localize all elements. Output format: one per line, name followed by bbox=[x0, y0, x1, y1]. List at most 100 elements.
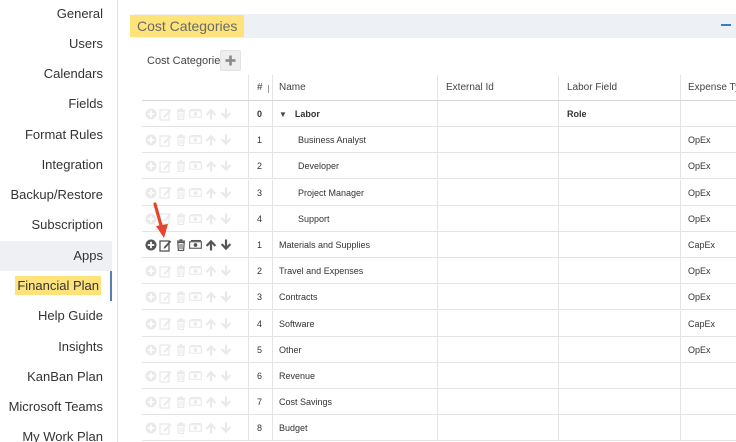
add-circle-icon[interactable] bbox=[144, 186, 157, 199]
collapse-triangle-icon[interactable]: ▼ bbox=[279, 102, 287, 126]
table-row[interactable]: 3 Project Manager OpEx bbox=[142, 179, 736, 206]
row-external-id[interactable] bbox=[437, 336, 558, 362]
row-labor-field[interactable]: Role bbox=[558, 101, 680, 126]
edit-icon[interactable] bbox=[159, 134, 172, 147]
move-up-icon[interactable] bbox=[204, 370, 217, 383]
row-labor-field[interactable] bbox=[558, 389, 680, 415]
move-up-icon[interactable] bbox=[204, 422, 217, 435]
row-name[interactable]: Developer bbox=[272, 153, 437, 179]
money-icon[interactable] bbox=[189, 291, 202, 304]
row-name[interactable]: Budget bbox=[272, 415, 437, 441]
move-down-icon[interactable] bbox=[219, 370, 232, 383]
row-name[interactable]: Cost Savings bbox=[272, 389, 437, 415]
row-expense-type[interactable]: OpEx bbox=[680, 205, 736, 231]
table-row[interactable]: 2 Travel and Expenses OpEx bbox=[142, 258, 736, 285]
row-external-id[interactable] bbox=[437, 310, 558, 336]
row-external-id[interactable] bbox=[437, 415, 558, 441]
sidebar-item-subscription[interactable]: Subscription bbox=[0, 210, 112, 240]
move-up-icon[interactable] bbox=[204, 317, 217, 330]
delete-icon[interactable] bbox=[174, 317, 187, 330]
column-header-external-id[interactable]: External Id bbox=[437, 75, 558, 100]
move-down-icon[interactable] bbox=[219, 396, 232, 409]
money-icon[interactable] bbox=[189, 186, 202, 199]
row-expense-type[interactable] bbox=[680, 101, 736, 126]
money-icon[interactable] bbox=[189, 370, 202, 383]
row-labor-field[interactable] bbox=[558, 258, 680, 284]
row-name[interactable]: Materials and Supplies bbox=[272, 232, 437, 257]
sidebar-item-financial-plan[interactable]: Financial Plan bbox=[0, 271, 112, 301]
table-row[interactable]: 5 Other OpEx bbox=[142, 336, 736, 363]
move-up-icon[interactable] bbox=[204, 212, 217, 225]
move-up-icon[interactable] bbox=[204, 186, 217, 199]
row-expense-type[interactable]: OpEx bbox=[680, 258, 736, 284]
row-name[interactable]: Revenue bbox=[272, 363, 437, 388]
add-circle-icon[interactable] bbox=[144, 317, 157, 330]
row-labor-field[interactable] bbox=[558, 179, 680, 205]
row-external-id[interactable] bbox=[437, 389, 558, 415]
row-name[interactable]: Other bbox=[272, 336, 437, 362]
sidebar-item-general[interactable]: General bbox=[0, 0, 112, 29]
sidebar-item-integration[interactable]: Integration bbox=[0, 150, 112, 180]
row-external-id[interactable] bbox=[437, 101, 558, 126]
move-up-icon[interactable] bbox=[204, 291, 217, 304]
move-down-icon[interactable] bbox=[219, 265, 232, 278]
column-header-name[interactable]: Name bbox=[272, 75, 437, 100]
row-labor-field[interactable] bbox=[558, 153, 680, 179]
row-external-id[interactable] bbox=[437, 127, 558, 153]
money-icon[interactable] bbox=[189, 265, 202, 278]
move-down-icon[interactable] bbox=[219, 108, 232, 121]
row-labor-field[interactable] bbox=[558, 415, 680, 441]
sidebar-item-fields[interactable]: Fields bbox=[0, 89, 112, 119]
move-up-icon[interactable] bbox=[204, 343, 217, 356]
edit-icon[interactable] bbox=[159, 160, 172, 173]
row-expense-type[interactable] bbox=[680, 415, 736, 441]
row-labor-field[interactable] bbox=[558, 127, 680, 153]
move-down-icon[interactable] bbox=[219, 134, 232, 147]
add-circle-icon[interactable] bbox=[144, 134, 157, 147]
row-name[interactable]: Software bbox=[272, 310, 437, 336]
add-circle-icon[interactable] bbox=[144, 370, 157, 383]
tab-cost-categories[interactable]: Cost Categories bbox=[147, 54, 226, 68]
move-down-icon[interactable] bbox=[219, 343, 232, 356]
table-row[interactable]: 0 ▼ Labor Role bbox=[142, 101, 736, 127]
row-name[interactable]: ▼ Labor bbox=[272, 101, 437, 126]
column-header-number[interactable]: # bbox=[248, 75, 272, 100]
add-circle-icon[interactable] bbox=[144, 160, 157, 173]
table-row[interactable]: 6 Revenue bbox=[142, 363, 736, 389]
row-external-id[interactable] bbox=[437, 153, 558, 179]
delete-icon[interactable] bbox=[174, 239, 187, 252]
row-external-id[interactable] bbox=[437, 179, 558, 205]
edit-icon[interactable] bbox=[159, 239, 172, 252]
delete-icon[interactable] bbox=[174, 108, 187, 121]
move-down-icon[interactable] bbox=[219, 422, 232, 435]
table-row[interactable]: 3 Contracts OpEx bbox=[142, 284, 736, 311]
move-down-icon[interactable] bbox=[219, 212, 232, 225]
row-expense-type[interactable] bbox=[680, 363, 736, 388]
edit-icon[interactable] bbox=[159, 422, 172, 435]
row-name[interactable]: Travel and Expenses bbox=[272, 258, 437, 284]
add-circle-icon[interactable] bbox=[144, 422, 157, 435]
row-external-id[interactable] bbox=[437, 363, 558, 388]
money-icon[interactable] bbox=[189, 422, 202, 435]
edit-icon[interactable] bbox=[159, 265, 172, 278]
add-circle-icon[interactable] bbox=[144, 396, 157, 409]
row-expense-type[interactable]: CapEx bbox=[680, 232, 736, 257]
move-down-icon[interactable] bbox=[219, 186, 232, 199]
add-circle-icon[interactable] bbox=[144, 265, 157, 278]
table-row[interactable]: 7 Cost Savings bbox=[142, 389, 736, 416]
delete-icon[interactable] bbox=[174, 396, 187, 409]
sidebar-item-help-guide[interactable]: Help Guide bbox=[0, 301, 112, 331]
row-name[interactable]: Business Analyst bbox=[272, 127, 437, 153]
column-header-expense-type[interactable]: Expense Typ bbox=[680, 75, 736, 100]
minus-icon[interactable] bbox=[721, 24, 731, 26]
table-row[interactable]: 4 Support OpEx bbox=[142, 205, 736, 232]
sidebar-item-format-rules[interactable]: Format Rules bbox=[0, 120, 112, 150]
money-icon[interactable] bbox=[189, 239, 202, 252]
add-circle-icon[interactable] bbox=[144, 343, 157, 356]
add-circle-icon[interactable] bbox=[144, 239, 157, 252]
delete-icon[interactable] bbox=[174, 291, 187, 304]
money-icon[interactable] bbox=[189, 396, 202, 409]
money-icon[interactable] bbox=[189, 317, 202, 330]
row-expense-type[interactable]: OpEx bbox=[680, 153, 736, 179]
row-name[interactable]: Support bbox=[272, 205, 437, 231]
